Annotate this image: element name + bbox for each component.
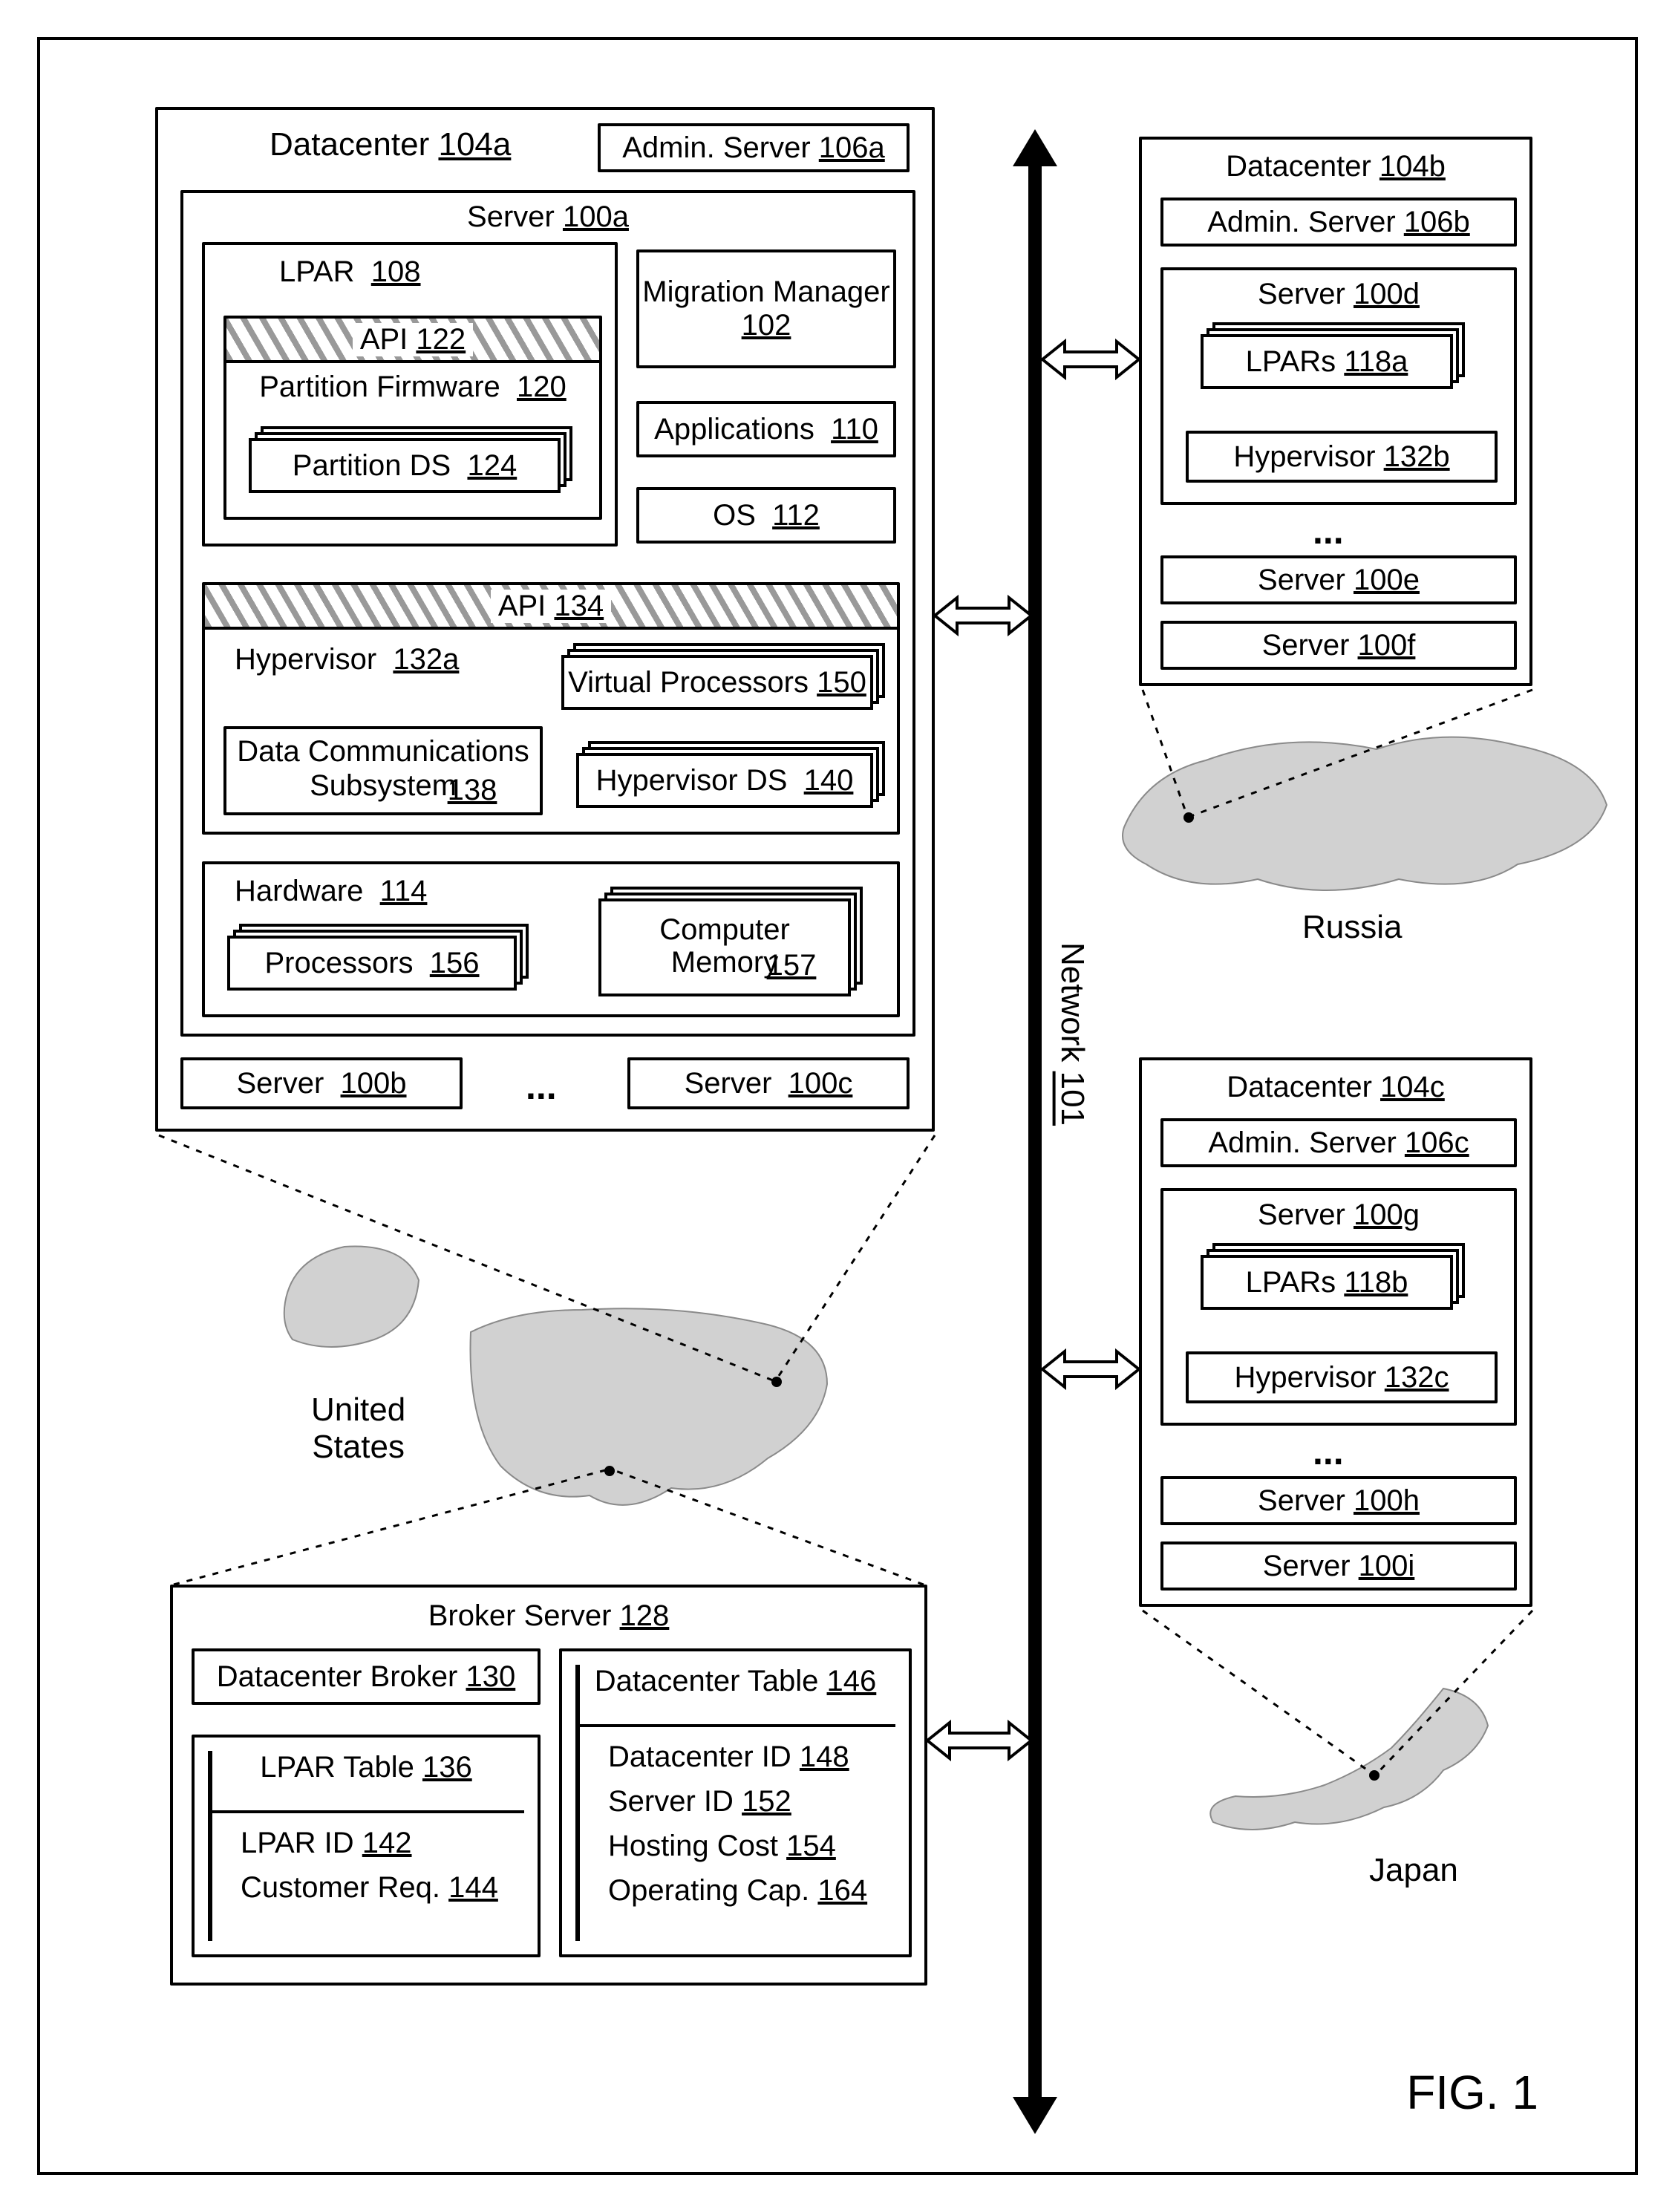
- lpar-108: LPAR 108 API 122 Partition Firmware 120 …: [202, 242, 618, 547]
- lpars-118a-stack: LPARs 118a: [1201, 334, 1453, 389]
- applications: Applications 110: [636, 401, 896, 457]
- dc-a-admin-server: Admin. Server 106a: [598, 123, 910, 172]
- processors-stack: Processors 156: [227, 936, 517, 991]
- datacenter-table: Datacenter Table 146 Datacenter ID 148 S…: [559, 1648, 912, 1957]
- server-100i: Server 100i: [1160, 1541, 1517, 1591]
- api-134: API 134: [205, 585, 897, 630]
- partition-firmware: API 122 Partition Firmware 120 Partition…: [223, 316, 602, 520]
- arrow-dc-b-net: [1042, 337, 1139, 382]
- hypervisor-132b: Hypervisor 132b: [1186, 431, 1498, 483]
- ellipsis-dc-b: ...: [1313, 509, 1344, 552]
- arrow-dc-c-net: [1042, 1347, 1139, 1392]
- hardware-title: Hardware 114: [235, 875, 427, 908]
- os: OS 112: [636, 487, 896, 544]
- memory-stack: Computer Memory 157: [598, 898, 851, 996]
- server-100c: Server 100c: [627, 1057, 910, 1109]
- server-100g-title: Server 100g: [1163, 1191, 1514, 1232]
- partition-fw-title: Partition Firmware 120: [226, 363, 599, 408]
- ellipsis-dc-c: ...: [1313, 1430, 1344, 1473]
- server-100d-title: Server 100d: [1163, 270, 1514, 311]
- partition-ds: Partition DS 124: [249, 438, 561, 493]
- virtual-processors: Virtual Processors 150: [561, 655, 873, 710]
- customer-req: Customer Req. 144: [224, 1871, 498, 1905]
- network-backbone: [1005, 129, 1065, 2134]
- datacenter-c: Datacenter 104c Admin. Server 106c Serve…: [1139, 1057, 1532, 1607]
- datacenter-a: Datacenter 104a Admin. Server 106a Serve…: [155, 107, 935, 1132]
- computer-memory: Computer Memory 157: [598, 898, 851, 996]
- server-100g: Server 100g LPARs 118b Hypervisor 132c: [1160, 1188, 1517, 1426]
- dc-c-title: Datacenter 104c: [1142, 1071, 1529, 1104]
- hardware: Hardware 114 Processors 156 Computer Mem…: [202, 861, 900, 1017]
- lpar-title: LPAR 108: [279, 255, 421, 289]
- hypervisor-ds-stack: Hypervisor DS 140: [576, 753, 873, 808]
- ellipsis-dc-a: ...: [526, 1065, 557, 1108]
- datacenter-broker: Datacenter Broker 130: [192, 1648, 541, 1705]
- server-100a: Server 100a LPAR 108 API 122 Partition F…: [180, 190, 915, 1037]
- japan-label: Japan: [1369, 1852, 1458, 1889]
- arrow-dc-a-net: [935, 593, 1031, 638]
- us-label: United States: [311, 1392, 405, 1466]
- data-comm-subsystem: Data Communications Subsystem 138: [223, 726, 543, 815]
- russia-callout: [1139, 686, 1555, 835]
- dc-b-title: Datacenter 104b: [1142, 150, 1529, 183]
- api-122: API 122: [226, 319, 599, 363]
- migration-manager: Migration Manager102: [636, 249, 896, 368]
- lpar-id: LPAR ID 142: [224, 1827, 412, 1860]
- lpars-118b: LPARs 118b: [1201, 1255, 1453, 1310]
- figure-label: FIG. 1: [1406, 2065, 1538, 2120]
- japan-callout: [1139, 1607, 1540, 1800]
- virtual-processors-stack: Virtual Processors 150: [561, 655, 873, 710]
- us-callout-dc-a: [155, 1132, 942, 1399]
- server-100f: Server 100f: [1160, 621, 1517, 670]
- server-100a-title: Server 100a: [183, 200, 912, 234]
- dc-a-title: Datacenter 104a: [270, 126, 511, 163]
- lpars-118a: LPARs 118a: [1201, 334, 1453, 389]
- hypervisor-panel: API 134 Hypervisor 132a Virtual Processo…: [202, 582, 900, 835]
- operating-cap: Operating Cap. 164: [592, 1874, 867, 1908]
- dc-table-title: Datacenter Table 146: [562, 1651, 909, 1707]
- datacenter-b: Datacenter 104b Admin. Server 106b Serve…: [1139, 137, 1532, 686]
- processors: Processors 156: [227, 936, 517, 991]
- broker-callout: [170, 1466, 927, 1588]
- hosting-cost: Hosting Cost 154: [592, 1830, 836, 1863]
- lpar-table-title: LPAR Table 136: [195, 1738, 538, 1793]
- server-100b: Server 100b: [180, 1057, 463, 1109]
- network-label: Network 101: [1054, 942, 1091, 1126]
- server-100e: Server 100e: [1160, 555, 1517, 604]
- hypervisor-ds: Hypervisor DS 140: [576, 753, 873, 808]
- server-100h: Server 100h: [1160, 1476, 1517, 1525]
- partition-ds-stack: Partition DS 124: [249, 438, 561, 493]
- lpar-table: LPAR Table 136 LPAR ID 142 Customer Req.…: [192, 1735, 541, 1957]
- dc-b-admin: Admin. Server 106b: [1160, 198, 1517, 247]
- russia-label: Russia: [1302, 909, 1403, 946]
- arrow-broker-net: [927, 1718, 1031, 1763]
- lpars-118b-stack: LPARs 118b: [1201, 1255, 1453, 1310]
- server-id: Server ID 152: [592, 1785, 791, 1818]
- dc-c-admin: Admin. Server 106c: [1160, 1118, 1517, 1167]
- dc-id: Datacenter ID 148: [592, 1740, 849, 1774]
- hypervisor-title: Hypervisor 132a: [235, 643, 459, 676]
- broker-title: Broker Server 128: [173, 1599, 924, 1633]
- hypervisor-132c: Hypervisor 132c: [1186, 1351, 1498, 1403]
- broker-server: Broker Server 128 Datacenter Broker 130 …: [170, 1585, 927, 1986]
- server-100d: Server 100d LPARs 118a Hypervisor 132b: [1160, 267, 1517, 505]
- figure-page: Network 101 Datacenter 104a Admin. Serve…: [37, 37, 1638, 2175]
